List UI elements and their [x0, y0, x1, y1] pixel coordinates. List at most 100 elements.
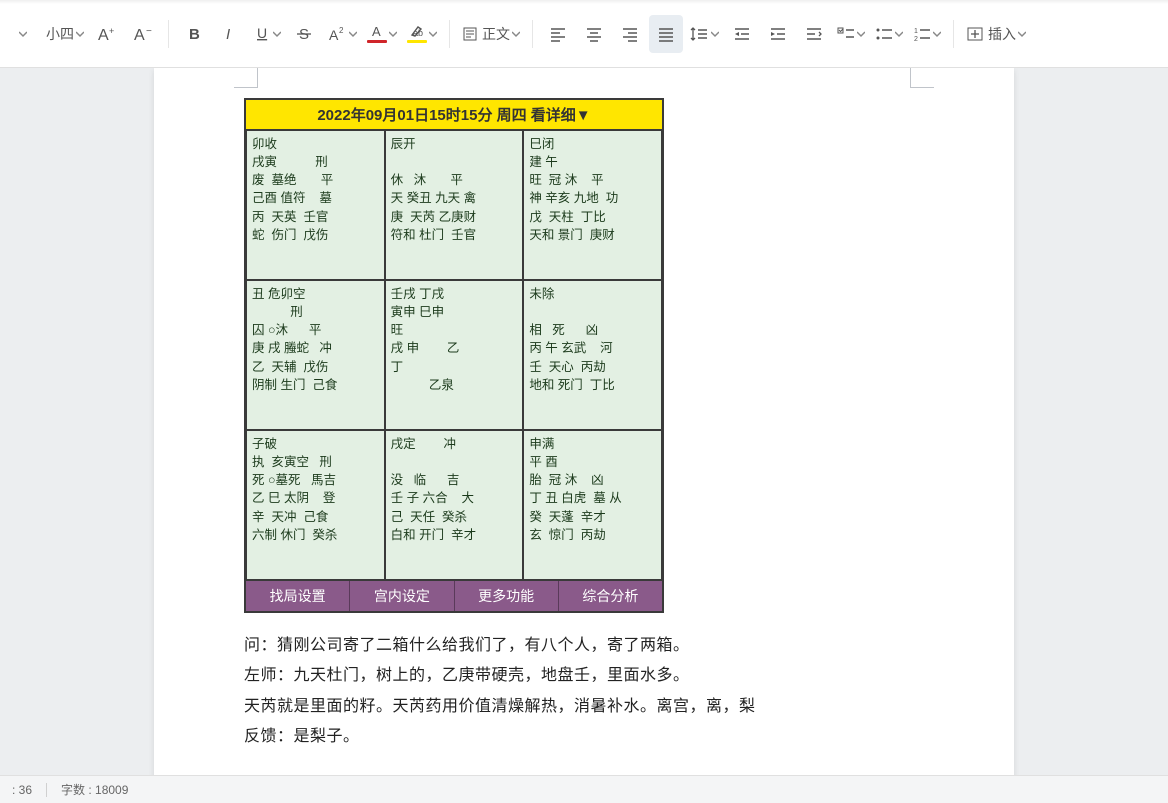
font-size-value: 小四 [46, 24, 74, 44]
insert-label: 插入 [988, 24, 1016, 44]
margin-marker-left [234, 68, 258, 88]
paragraph-style-selector[interactable]: 正文 [458, 15, 524, 53]
qimen-cell-bc: 戌定 冲 没 临 吉 壬 子 六合 大 己 天任 癸杀 白和 开门 辛才 [385, 430, 524, 580]
svg-text:U: U [257, 25, 267, 41]
toolbar-divider [953, 20, 954, 48]
line-spacing-button[interactable] [685, 15, 723, 53]
decrease-font-button[interactable]: A− [126, 15, 160, 53]
paragraph-spacing-button[interactable] [797, 15, 831, 53]
svg-text:ab: ab [413, 28, 423, 38]
align-justify-icon [657, 26, 675, 42]
qimen-cell-mc: 壬戌 丁戌 寅申 巳申 旺 戌 申 乙 丁 乙泉 [385, 280, 524, 430]
numbered-list-icon: 12 [913, 26, 931, 42]
align-center-button[interactable] [577, 15, 611, 53]
svg-text:A: A [372, 24, 381, 38]
strikethrough-button[interactable]: S [287, 15, 321, 53]
svg-text:I: I [226, 26, 230, 43]
paragraph: 天芮就是里面的籽。天芮药用价值清燥解热，消暑补水。离宫，离，梨 [244, 692, 924, 722]
bullet-list-icon [875, 26, 893, 42]
qimen-cell-tr: 巳闭 建 午 旺 冠 沐 平 神 辛亥 九地 功 戊 天柱 丁比 天和 景门 庚… [523, 130, 662, 280]
chevron-down-icon [857, 30, 865, 38]
toolbar-divider [532, 20, 533, 48]
svg-text:A: A [98, 27, 109, 44]
qimen-title: 2022年09月01日15时15分 周四 看详细▼ [246, 100, 662, 130]
superscript-button[interactable]: A2 [323, 15, 361, 53]
indent-increase-icon [769, 26, 787, 42]
margin-marker-right [910, 68, 934, 88]
status-bar: : 36 字数 : 18009 [0, 775, 1168, 803]
checklist-icon [837, 26, 855, 42]
status-time: : 36 [12, 783, 32, 797]
svg-text:2: 2 [339, 26, 344, 35]
svg-text:B: B [189, 26, 200, 43]
align-left-icon [549, 26, 567, 42]
indent-increase-button[interactable] [761, 15, 795, 53]
numbered-list-button[interactable]: 12 [909, 15, 945, 53]
qimen-btn-3[interactable]: 综合分析 [559, 581, 662, 611]
document-page[interactable]: 2022年09月01日15时15分 周四 看详细▼ 卯收 戌寅 刑 废 墓绝 平… [154, 68, 1014, 775]
highlight-icon: ab [409, 24, 425, 38]
superscript-icon: A2 [327, 25, 347, 43]
paragraph-style-value: 正文 [482, 24, 510, 44]
qimen-cell-tc: 辰开 休 沐 平 天 癸丑 九天 禽 庚 天芮 乙庚财 符和 杜门 壬官 [385, 130, 524, 280]
svg-text:+: + [109, 26, 114, 36]
toolbar-divider [449, 20, 450, 48]
italic-button[interactable]: I [213, 15, 247, 53]
chevron-down-icon [389, 30, 397, 38]
font-color-swatch [367, 40, 387, 43]
paragraph-icon [462, 26, 478, 42]
qimen-btn-0[interactable]: 找局设置 [246, 581, 350, 611]
svg-text:1: 1 [914, 28, 918, 35]
svg-text:A: A [329, 27, 339, 43]
formatting-toolbar: 小四 A+ A− B I U S A2 A ab [0, 0, 1168, 68]
chevron-down-icon [273, 30, 281, 38]
align-left-button[interactable] [541, 15, 575, 53]
font-increase-icon: A+ [96, 24, 118, 44]
chevron-down-icon [711, 30, 719, 38]
font-color-icon: A [369, 24, 385, 38]
paragraph: 问：猜刚公司寄了二箱什么给我们了，有八个人，寄了两箱。 [244, 631, 924, 661]
underline-button[interactable]: U [249, 15, 285, 53]
toolbar-divider [168, 20, 169, 48]
checklist-button[interactable] [833, 15, 869, 53]
align-justify-button[interactable] [649, 15, 683, 53]
leading-dropdown[interactable] [6, 15, 40, 53]
chevron-down-icon [895, 30, 903, 38]
qimen-btn-1[interactable]: 宫内设定 [350, 581, 454, 611]
chevron-down-icon [512, 30, 520, 38]
insert-button[interactable]: 插入 [962, 15, 1030, 53]
svg-text:2: 2 [914, 36, 918, 42]
font-color-button[interactable]: A [363, 15, 401, 53]
indent-decrease-button[interactable] [725, 15, 759, 53]
highlight-color-button[interactable]: ab [403, 15, 441, 53]
qimen-grid: 卯收 戌寅 刑 废 墓绝 平 己酉 值符 墓 丙 天英 壬官 蛇 伤门 戊伤 辰… [246, 130, 662, 580]
line-spacing-icon [689, 26, 709, 42]
paragraph-spacing-icon [805, 26, 823, 42]
qimen-btn-2[interactable]: 更多功能 [455, 581, 559, 611]
svg-text:−: − [146, 26, 152, 37]
bold-icon: B [185, 25, 203, 43]
svg-text:A: A [134, 27, 145, 44]
document-body[interactable]: 问：猜刚公司寄了二箱什么给我们了，有八个人，寄了两箱。 左师：九天杜门，树上的，… [244, 631, 924, 753]
chevron-down-icon [933, 30, 941, 38]
qimen-cell-bl: 子破 执 亥寅空 刑 死 ○墓死 馬吉 乙 巳 太阴 登 辛 天冲 己食 六制 … [246, 430, 385, 580]
paragraph: 反馈：是梨子。 [244, 722, 924, 752]
align-center-icon [585, 26, 603, 42]
highlight-color-swatch [407, 40, 427, 43]
status-divider [46, 783, 47, 797]
indent-decrease-icon [733, 26, 751, 42]
font-decrease-icon: A− [132, 24, 154, 44]
document-workspace[interactable]: 2022年09月01日15时15分 周四 看详细▼ 卯收 戌寅 刑 废 墓绝 平… [0, 68, 1168, 775]
font-size-selector[interactable]: 小四 [42, 15, 88, 53]
insert-icon [966, 26, 984, 42]
increase-font-button[interactable]: A+ [90, 15, 124, 53]
bold-button[interactable]: B [177, 15, 211, 53]
chevron-down-icon [429, 30, 437, 38]
bullet-list-button[interactable] [871, 15, 907, 53]
align-right-button[interactable] [613, 15, 647, 53]
paragraph: 左师：九天杜门，树上的，乙庚带硬壳，地盘壬，里面水多。 [244, 661, 924, 691]
italic-icon: I [221, 25, 239, 43]
qimen-cell-br: 申满 平 酉 胎 冠 沐 凶 丁 丑 白虎 墓 从 癸 天蓬 辛才 玄 惊门 丙… [523, 430, 662, 580]
align-right-icon [621, 26, 639, 42]
chevron-down-icon [349, 30, 357, 38]
